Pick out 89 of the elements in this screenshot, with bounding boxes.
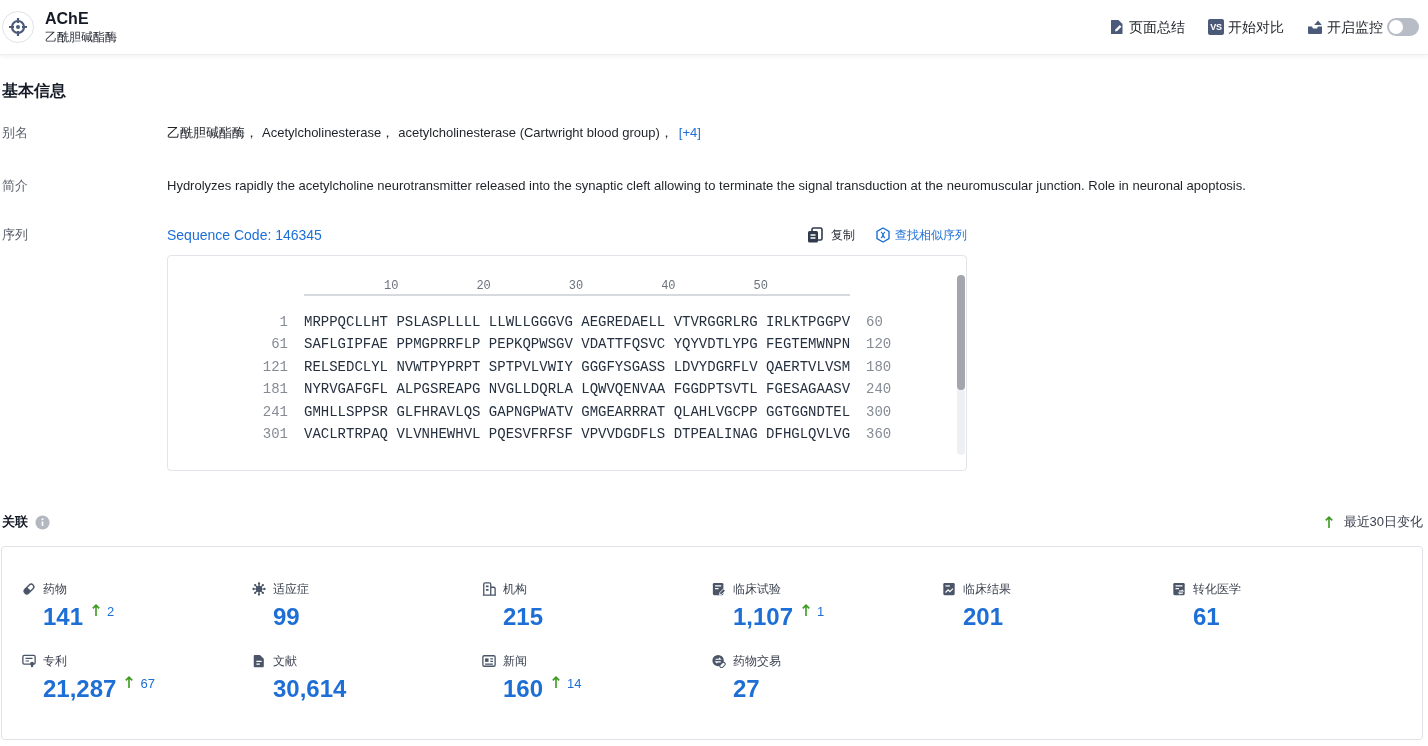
legend-text: 最近30日变化	[1343, 513, 1423, 531]
count-link[interactable]: 30,614	[273, 675, 347, 703]
arrow-up-icon	[125, 675, 134, 689]
count-link[interactable]: 215	[503, 603, 544, 631]
sequence-text: NYRVGAFGFL ALPGSREAPG NVGLLDQRLA LQWVQENVAA FGGDPTSVTL FGESAGAASV	[304, 380, 850, 400]
residue-index: 300	[866, 402, 893, 422]
page-title: AChE	[45, 9, 90, 28]
sequence-code-link[interactable]: Sequence Code: 146345	[167, 226, 322, 244]
residue-index: 360	[866, 425, 893, 445]
ruler-label: 40	[660, 278, 676, 294]
document-pencil-icon	[712, 582, 726, 596]
arrow-up-icon	[802, 603, 811, 617]
find-similar-button[interactable]: 查找相似序列	[875, 227, 967, 243]
residue-index: 241	[261, 402, 288, 422]
field-label: 序列	[2, 226, 29, 244]
ruler-label: 10	[383, 278, 399, 294]
copy-icon	[807, 227, 823, 243]
sequence-text: RELSEDCLYL NVWTPYPRPT SPTPVLVWIY GGGFYSGASS LDVYDGRFLV QAERTVLVSM	[304, 357, 850, 377]
residue-index: 240	[866, 380, 893, 400]
change-count: 14	[567, 676, 582, 692]
virus-icon	[252, 582, 266, 596]
hexagon-icon	[875, 227, 891, 243]
change-count: 1	[817, 604, 825, 620]
change-count: 2	[107, 604, 115, 620]
newspaper-icon	[482, 654, 496, 668]
sequence-text: VACLRTRPAQ VLVNHEWHVL PQESVFRFSF VPVVDGDFLS DTPEALINAG DFHGLQVLVG	[304, 425, 850, 445]
ruler-label: 30	[567, 278, 584, 294]
scrollbar[interactable]	[957, 275, 965, 455]
sequence-text: MRPPQCLLHT PSLASPLLLL LLWLLGGGVG AEGREDAELL VTVRGGRLRG IRLKTPGGPV	[304, 313, 850, 332]
alias-text: acetylcholinesterase (Cartwright blood group)，	[398, 124, 673, 142]
stat-label: 转化医学	[1193, 581, 1241, 597]
count-link[interactable]: 27	[733, 675, 760, 703]
section-title: 基本信息	[2, 81, 67, 101]
field-label: 别名	[2, 124, 29, 142]
ruler-label: 20	[475, 278, 491, 294]
summary-button[interactable]: 页面总结	[1109, 18, 1185, 36]
stat-label: 机构	[503, 581, 527, 597]
description-text: Hydrolyzes rapidly the acetylcholine neurotransmitter released into the synaptic cleft allowing to terminate the signal transduction at the neuromuscular junction. Role in neuronal apoptosis.	[167, 178, 1246, 193]
residue-index: 180	[866, 357, 893, 377]
sequence-text: SAFLGIPFAE PPMGPRRFLP PEPKQPWSGV VDATTFQSVC YQYVDTLYPG FEGTEMWNPN	[304, 335, 850, 355]
residue-index: 60	[866, 313, 884, 332]
monitor-toggle[interactable]	[1387, 18, 1419, 36]
stat-label: 文献	[273, 653, 297, 669]
residue-index: 61	[270, 335, 288, 355]
stat-label: 药物交易	[733, 653, 781, 669]
pill-icon	[22, 582, 36, 596]
copy-button[interactable]: 复制	[807, 227, 855, 243]
section-title: 关联	[2, 513, 28, 531]
stat-label: 适应症	[273, 581, 309, 597]
stat-label: 临床结果	[963, 581, 1011, 597]
compare-button[interactable]: VS 开始对比	[1208, 18, 1284, 36]
vs-icon: VS	[1208, 19, 1224, 35]
document-chart-icon	[942, 582, 956, 596]
count-link[interactable]: 61	[1193, 603, 1220, 631]
count-link[interactable]: 141	[43, 603, 84, 631]
building-icon	[482, 582, 496, 596]
stat-label: 新闻	[503, 653, 527, 669]
info-icon	[35, 514, 50, 530]
count-link[interactable]: 99	[273, 603, 300, 631]
sequence-text: GMHLLSPPSR GLFHRAVLQS GAPNGPWATV GMGEARRRAT QLAHLVGCPP GGTGGNDTEL	[304, 402, 850, 422]
residue-index: 181	[261, 380, 288, 400]
arrow-up-icon	[1324, 515, 1333, 529]
residue-index: 1	[278, 313, 288, 332]
document-arrows-icon	[1172, 582, 1186, 596]
arrow-up-icon	[552, 675, 561, 689]
count-link[interactable]: 1,107	[733, 603, 794, 631]
page-subtitle: 乙酰胆碱酯酶	[45, 29, 117, 45]
ruler-label: 50	[752, 278, 768, 294]
document-pencil-icon	[1109, 19, 1125, 35]
tray-arrow-icon	[1307, 19, 1323, 35]
residue-index: 301	[261, 425, 288, 445]
stat-label: 临床试验	[733, 581, 781, 597]
certificate-icon	[22, 654, 36, 668]
alias-text: Acetylcholinesterase，	[262, 124, 395, 142]
monitor-button[interactable]: 开启监控	[1307, 18, 1383, 36]
more-aliases-link[interactable]: [+4]	[678, 124, 701, 142]
change-count: 67	[140, 676, 155, 692]
count-link[interactable]: 21,287	[43, 675, 117, 703]
residue-index: 120	[866, 335, 893, 355]
count-link[interactable]: 201	[963, 603, 1004, 631]
stat-label: 药物	[43, 581, 67, 597]
stat-label: 专利	[43, 653, 67, 669]
file-text-icon	[252, 654, 266, 668]
field-label: 简介	[2, 177, 29, 195]
arrow-up-icon	[92, 603, 101, 617]
residue-index: 121	[261, 357, 288, 377]
count-link[interactable]: 160	[503, 675, 544, 703]
alias-text: 乙酰胆碱酯酶，	[167, 124, 258, 142]
coin-exchange-icon	[712, 654, 726, 668]
